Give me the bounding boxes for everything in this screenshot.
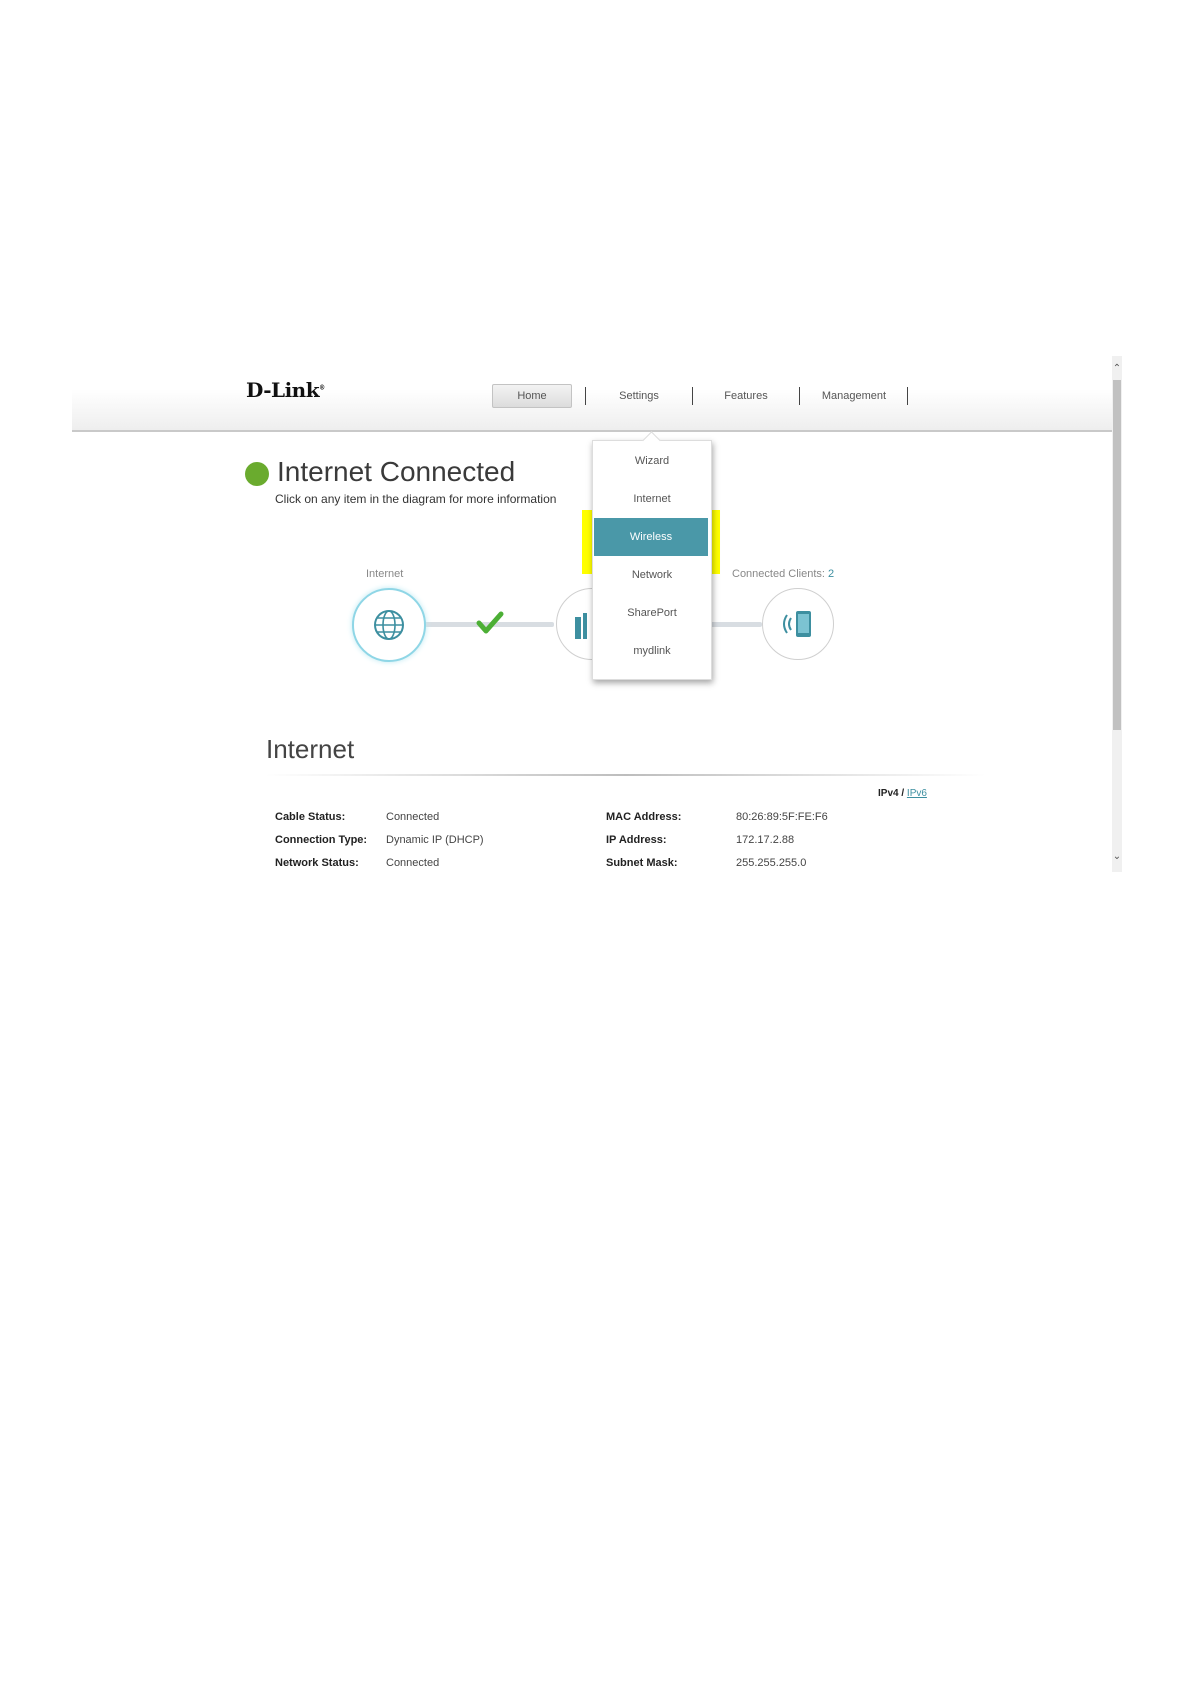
nav-separator (692, 387, 693, 405)
clients-node[interactable] (762, 588, 834, 660)
scroll-thumb[interactable] (1113, 380, 1121, 730)
cable-status-value: Connected (386, 811, 440, 823)
nav-home[interactable]: Home (492, 384, 572, 408)
nav-management[interactable]: Management (810, 384, 898, 408)
subnet-mask-value: 255.255.255.0 (736, 857, 807, 869)
scroll-down-icon[interactable]: ⌄ (1112, 850, 1122, 864)
ip-version-toggle: IPv4 / IPv6 (878, 788, 927, 799)
mac-address-label: MAC Address: (606, 811, 682, 823)
nav-features[interactable]: Features (702, 384, 790, 408)
network-status-value: Connected (386, 857, 440, 869)
menu-item-internet[interactable]: Internet (593, 479, 711, 519)
mac-address-value: 80:26:89:5F:FE:F6 (736, 811, 828, 823)
subnet-mask-label: Subnet Mask: (606, 857, 678, 869)
connection-type-value: Dynamic IP (DHCP) (386, 834, 484, 846)
section-divider (266, 774, 986, 776)
internet-node[interactable] (352, 588, 426, 662)
top-header: D-Link® Home Settings Features Managemen… (72, 356, 1112, 432)
ipv4-tab[interactable]: IPv4 (878, 788, 899, 799)
nav-settings[interactable]: Settings (595, 384, 683, 408)
scroll-up-icon[interactable]: ⌃ (1112, 362, 1122, 376)
cable-status-label: Cable Status: (275, 811, 346, 823)
status-subtitle: Click on any item in the diagram for mor… (275, 492, 557, 506)
status-indicator (245, 462, 269, 486)
ipv6-link[interactable]: IPv6 (907, 788, 927, 799)
dlink-logo: D-Link® (246, 378, 325, 402)
nav-separator (907, 387, 908, 405)
ip-separator: / (901, 788, 905, 799)
menu-item-shareport[interactable]: SharePort (593, 593, 711, 633)
router-admin-screenshot: D-Link® Home Settings Features Managemen… (72, 356, 1122, 872)
menu-item-wireless[interactable]: Wireless (594, 518, 708, 556)
wireless-device-icon (783, 611, 811, 637)
nav-separator (585, 387, 586, 405)
menu-item-wizard[interactable]: Wizard (593, 441, 711, 481)
network-status-label: Network Status: (275, 857, 359, 869)
settings-dropdown: Wizard Internet Network SharePort mydlin… (592, 440, 712, 680)
menu-item-network[interactable]: Network (593, 555, 711, 595)
menu-item-mydlink[interactable]: mydlink (593, 631, 711, 671)
checkmark-icon (476, 611, 504, 634)
connected-clients-label: Connected Clients: 2 (732, 568, 835, 580)
status-title: Internet Connected (277, 456, 516, 487)
connection-type-label: Connection Type: (275, 834, 368, 846)
internet-section-title: Internet (266, 734, 355, 764)
ip-address-label: IP Address: (606, 834, 667, 846)
nav-separator (799, 387, 800, 405)
scrollbar[interactable]: ⌃ ⌄ (1112, 356, 1122, 872)
ip-address-value: 172.17.2.88 (736, 834, 795, 846)
globe-icon (374, 610, 404, 640)
clients-count: 2 (828, 568, 835, 580)
internet-label: Internet (366, 568, 404, 580)
